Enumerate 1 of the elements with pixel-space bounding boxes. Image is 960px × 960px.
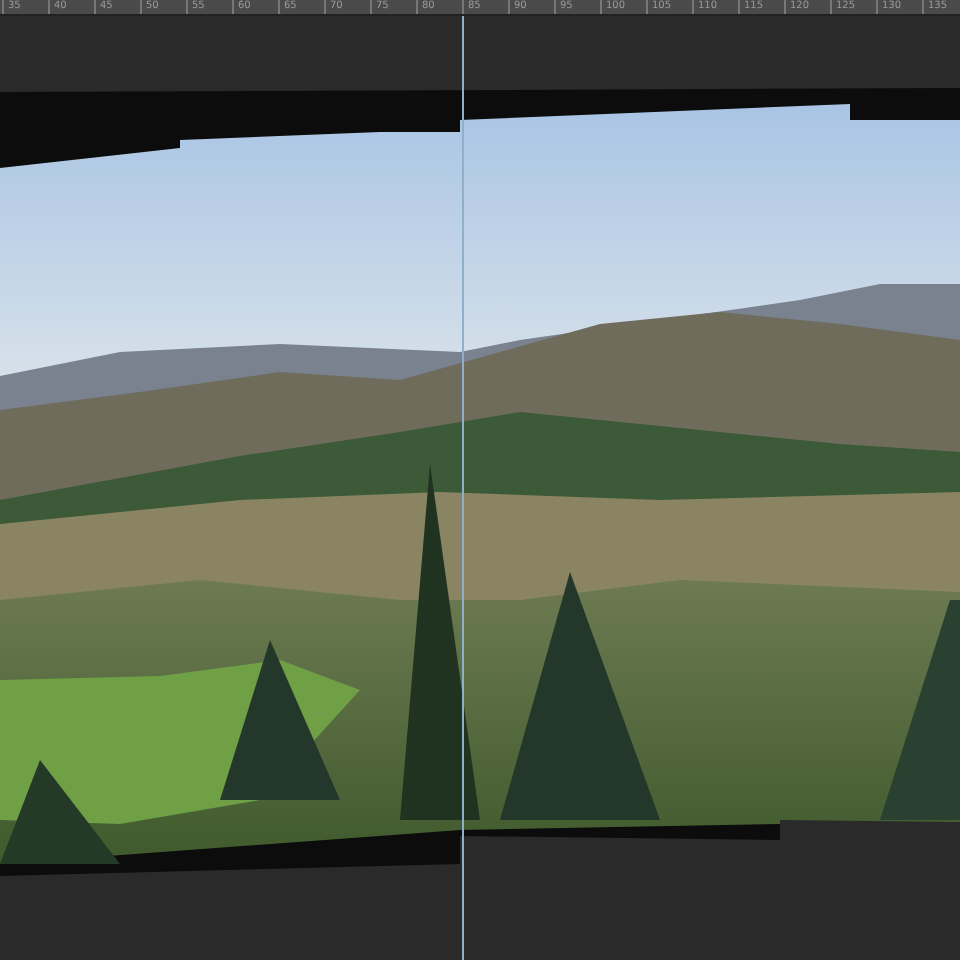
guide-line[interactable]: [462, 16, 464, 960]
